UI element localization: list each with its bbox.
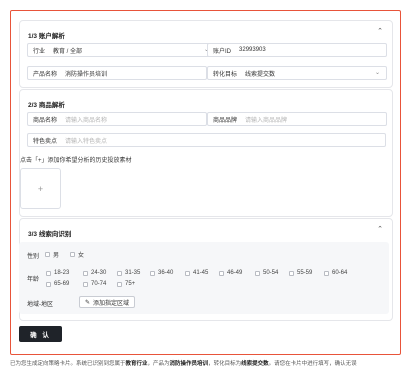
section-title: 1/3 账户解析 (28, 33, 65, 40)
plus-icon: + (37, 183, 44, 194)
age-option[interactable]: 65-69 (46, 281, 69, 287)
age-option[interactable]: 24-30 (83, 270, 106, 276)
age-option[interactable]: 60-64 (324, 270, 347, 276)
goal-value: 线索提交数 (245, 71, 276, 78)
product-name-field[interactable]: 产品名称 消防操作员培训 (27, 66, 207, 80)
gender-label: 性别 (27, 254, 40, 260)
item-name-placeholder: 请输入商品名称 (65, 117, 108, 124)
account-analysis-section: 1/3 账户解析 ⌃ 行业 教育 / 全部 ⌄ 账户ID 32993903 产品… (19, 20, 393, 88)
conversion-goal-select[interactable]: 转化目标 线索提交数 ⌄ (207, 66, 387, 80)
region-label: 地域-地区 (27, 302, 53, 308)
selling-label: 特色卖点 (33, 138, 58, 145)
footer-industry: 教育行业 (125, 361, 148, 367)
add-region-label: 添加指定区域 (93, 300, 130, 307)
age-option[interactable]: 50-54 (255, 270, 278, 276)
age-option[interactable]: 75+ (117, 281, 135, 287)
item-name-input[interactable]: 商品名称 请输入商品名称 (27, 112, 207, 126)
account-id-field[interactable]: 账户ID 32993903 (207, 43, 387, 57)
industry-label: 行业 (33, 48, 46, 55)
chevron-up-icon[interactable]: ⌃ (376, 226, 384, 234)
industry-value: 教育 / 全部 (53, 48, 83, 55)
product-label: 产品名称 (33, 71, 58, 78)
selling-point-input[interactable]: 特色卖点 请输入特色卖点 (27, 133, 386, 147)
brand-input[interactable]: 商品品牌 请输入商品品牌 (207, 112, 387, 126)
chevron-down-icon: ⌄ (374, 70, 380, 76)
age-option[interactable]: 70-74 (83, 281, 106, 287)
age-option[interactable]: 18-23 (46, 270, 69, 276)
checkbox[interactable] (70, 252, 75, 257)
goal-label: 转化目标 (213, 71, 238, 78)
checkbox[interactable] (45, 252, 50, 257)
account-value: 32993903 (239, 47, 266, 53)
add-region-button[interactable]: ✎ 添加指定区域 (79, 296, 136, 308)
item-name-label: 商品名称 (33, 117, 58, 124)
edit-icon: ✎ (85, 299, 91, 306)
age-option[interactable]: 36-40 (150, 270, 173, 276)
section-title: 3/3 线索向识别 (28, 231, 72, 238)
targeting-panel: 性别 男 女 年龄 18-23 24-30 31-35 36-40 41-45 … (19, 242, 389, 314)
gender-option-female[interactable]: 女 (70, 250, 84, 259)
selling-placeholder: 请输入特色卖点 (65, 138, 108, 145)
gender-option-male[interactable]: 男 (45, 250, 59, 259)
age-option[interactable]: 46-49 (219, 270, 242, 276)
product-analysis-section: 2/3 商品解析 商品名称 请输入商品名称 商品品牌 请输入商品品牌 特色卖点 … (19, 89, 393, 217)
footer-product: 消防操作员培训 (169, 361, 209, 367)
brand-placeholder: 请输入商品品牌 (245, 117, 288, 124)
upload-hint: 点击「+」添加你希望分析的历史投放素材 (20, 158, 132, 164)
age-option[interactable]: 41-45 (185, 270, 208, 276)
summary-message: 已为您生成定向策略卡片。系统已识别到您属于教育行业，产品为消防操作员培训，转化目… (10, 361, 357, 367)
product-value: 消防操作员培训 (65, 71, 108, 78)
confirm-button[interactable]: 确 认 (19, 326, 62, 342)
age-label: 年龄 (27, 277, 40, 283)
age-option[interactable]: 31-35 (117, 270, 140, 276)
upload-material-button[interactable]: + (20, 168, 61, 209)
industry-select[interactable]: 行业 教育 / 全部 ⌄ (27, 43, 216, 57)
section-title: 2/3 商品解析 (28, 102, 65, 109)
brand-label: 商品品牌 (213, 117, 238, 124)
chevron-up-icon[interactable]: ⌃ (376, 28, 384, 36)
age-option[interactable]: 55-59 (289, 270, 312, 276)
footer-goal: 线索提交数 (241, 361, 269, 367)
account-label: 账户ID (213, 48, 232, 55)
